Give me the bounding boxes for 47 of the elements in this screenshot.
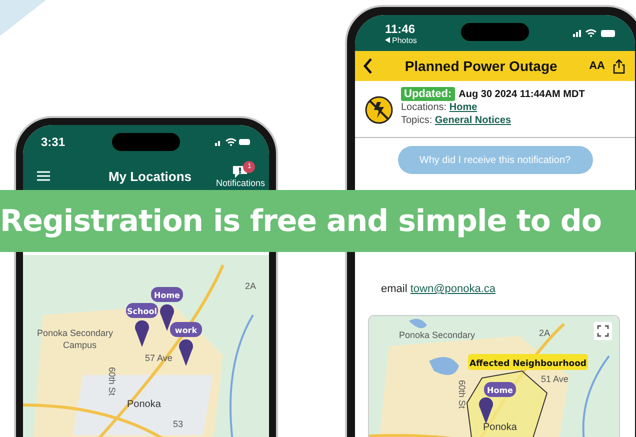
- no-power-icon: [365, 96, 393, 124]
- corner-triangle: [0, 0, 46, 36]
- map-pin[interactable]: [179, 339, 193, 366]
- updated-badge: Updated:: [401, 87, 455, 101]
- map-label: 60th St: [457, 380, 467, 409]
- map-label: 2A: [539, 328, 550, 338]
- location-tag[interactable]: School: [126, 303, 158, 318]
- map-label: 51 Ave: [541, 374, 568, 384]
- status-time: 11:46: [385, 22, 416, 36]
- status-time: 3:31: [41, 135, 66, 149]
- email-label: email: [381, 283, 408, 295]
- map-label: 60th St: [107, 367, 117, 396]
- map-label: Ponoka: [483, 422, 517, 433]
- back-icon[interactable]: [363, 58, 373, 74]
- back-to-app-link[interactable]: Photos: [392, 36, 417, 44]
- email-link[interactable]: town@ponoka.ca: [410, 283, 496, 295]
- map-label: Ponoka Secondary: [37, 328, 114, 338]
- screen-title: My Locations: [108, 168, 192, 184]
- notifications-label[interactable]: Notifications: [216, 178, 265, 188]
- location-tag[interactable]: Home: [151, 287, 183, 302]
- fullscreen-icon[interactable]: [594, 322, 612, 340]
- area-tag: Affected Neighbourhood: [468, 354, 588, 370]
- banner-headline: Registration is free and simple to do: [0, 204, 602, 238]
- locations-label: Locations:: [401, 102, 447, 113]
- map-label: Campus: [63, 340, 97, 350]
- status-icons: [215, 137, 251, 147]
- location-tag[interactable]: work: [170, 322, 202, 337]
- map-label: 2A: [245, 281, 256, 291]
- map-label: 53: [173, 419, 184, 429]
- menu-icon[interactable]: [37, 171, 50, 181]
- map-pin[interactable]: [135, 320, 149, 347]
- share-icon[interactable]: [613, 58, 625, 74]
- map-label: Ponoka Secondary: [399, 330, 476, 340]
- back-triangle-icon[interactable]: [385, 37, 390, 43]
- camera-island: [112, 133, 180, 151]
- status-icons: [573, 28, 617, 38]
- map-pin[interactable]: [160, 304, 174, 331]
- text-size-button[interactable]: AA: [589, 60, 605, 72]
- location-link[interactable]: Home: [449, 102, 478, 113]
- map-pin[interactable]: [479, 397, 493, 424]
- topic-link[interactable]: General Notices: [434, 115, 512, 126]
- camera-island: [461, 23, 529, 41]
- updated-time: Aug 30 2024 11:44AM MDT: [458, 88, 585, 100]
- map-view[interactable]: Ponoka Secondary 2A Affected Neighbourhood 51 Ave 60th St Home Ponoka: [369, 316, 619, 437]
- topics-label: Topics:: [401, 115, 432, 126]
- location-tag[interactable]: Home: [484, 382, 516, 397]
- screen-title: Planned Power Outage: [404, 58, 558, 74]
